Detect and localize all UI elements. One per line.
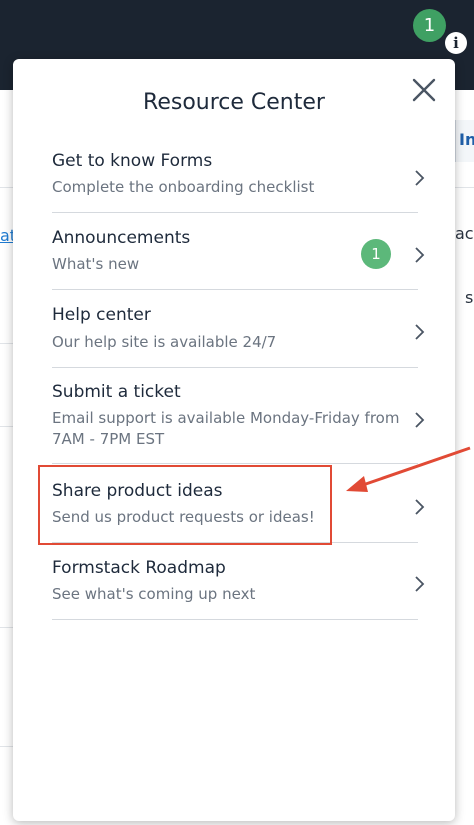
chevron-right-icon: [415, 170, 425, 186]
chevron-right-icon: [415, 576, 425, 592]
chevron-right-icon: [415, 412, 425, 428]
menu-item-get-to-know-forms[interactable]: Get to know Forms Complete the onboardin…: [52, 147, 425, 213]
menu-item-title: Announcements: [52, 228, 191, 248]
close-icon[interactable]: [411, 77, 437, 103]
menu-item-subtitle: Complete the onboarding checklist: [52, 178, 315, 196]
menu-item-title: Submit a ticket: [52, 382, 181, 402]
menu-item-subtitle: See what's coming up next: [52, 585, 256, 603]
background-divider: [0, 343, 13, 344]
menu-item-subtitle: What's new: [52, 255, 140, 273]
menu-item-announcements[interactable]: Announcements What's new 1: [52, 224, 425, 290]
panel-title: Resource Center: [143, 90, 325, 115]
background-tab-label: In: [459, 130, 474, 149]
menu-item-subtitle: Our help site is available 24/7: [52, 333, 277, 351]
highlight-box: [38, 465, 332, 545]
announcements-count-badge: 1: [361, 239, 391, 269]
chevron-right-icon: [415, 247, 425, 263]
background-divider: [0, 627, 13, 628]
background-tab[interactable]: In: [455, 120, 474, 162]
chevron-right-icon: [415, 499, 425, 515]
menu-item-title: Get to know Forms: [52, 151, 213, 171]
background-text: ac: [455, 224, 474, 243]
menu-item-title: Formstack Roadmap: [52, 558, 226, 578]
background-text: s: [465, 288, 474, 307]
background-divider: [0, 746, 13, 747]
background-divider: [0, 187, 13, 188]
notification-badge[interactable]: 1: [413, 9, 446, 42]
annotation-arrow-icon: [346, 446, 471, 492]
background-divider: [0, 426, 13, 427]
menu-item-title: Help center: [52, 305, 151, 325]
menu-item-help-center[interactable]: Help center Our help site is available 2…: [52, 302, 425, 368]
background-divider: [455, 187, 474, 188]
info-icon[interactable]: i: [445, 32, 467, 54]
chevron-right-icon: [415, 324, 425, 340]
menu-item-formstack-roadmap[interactable]: Formstack Roadmap See what's coming up n…: [52, 555, 425, 620]
